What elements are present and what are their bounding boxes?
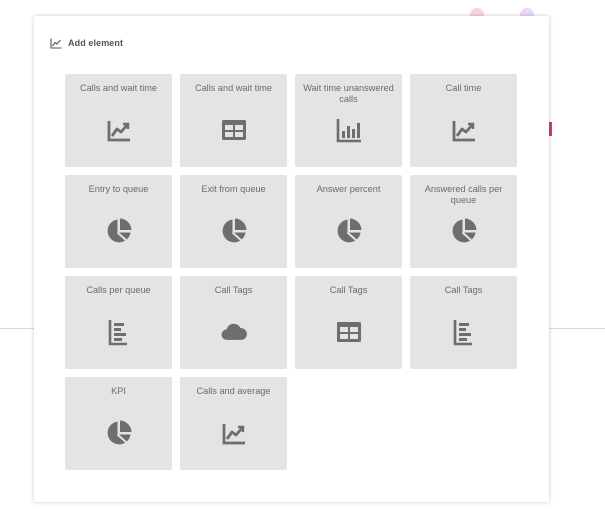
element-tile[interactable]: Answer percent bbox=[295, 175, 402, 268]
element-tile[interactable]: Calls per queue bbox=[65, 276, 172, 369]
horizontal-bar-chart-icon bbox=[449, 317, 479, 347]
element-tile[interactable]: Call Tags bbox=[295, 276, 402, 369]
element-tile[interactable]: Calls and wait time bbox=[180, 74, 287, 167]
element-tile[interactable]: Wait time unanswered calls bbox=[295, 74, 402, 167]
horizontal-bar-chart-icon bbox=[104, 317, 134, 347]
line-chart-icon bbox=[50, 38, 62, 49]
element-tile[interactable]: Call time bbox=[410, 74, 517, 167]
dialog-title: Add element bbox=[68, 38, 124, 48]
background-accent-bar bbox=[549, 122, 552, 136]
tile-label: Call Tags bbox=[214, 285, 253, 295]
tile-label: KPI bbox=[111, 386, 126, 396]
element-tile[interactable]: Calls and wait time bbox=[65, 74, 172, 167]
tile-label: Wait time unanswered calls bbox=[303, 83, 394, 104]
table-icon bbox=[334, 317, 364, 347]
line-chart-icon bbox=[104, 115, 134, 145]
element-tile[interactable]: KPI bbox=[65, 377, 172, 470]
add-element-dialog: Add element Calls and wait time Calls and… bbox=[34, 16, 549, 502]
pie-chart-icon bbox=[449, 216, 479, 246]
table-icon bbox=[219, 115, 249, 145]
pie-chart-icon bbox=[334, 216, 364, 246]
line-chart-icon bbox=[219, 418, 249, 448]
element-tile[interactable]: Answered calls per queue bbox=[410, 175, 517, 268]
tile-label: Calls and wait time bbox=[194, 83, 273, 93]
pie-chart-icon bbox=[219, 216, 249, 246]
tile-label: Call Tags bbox=[329, 285, 368, 295]
tile-label: Answered calls per queue bbox=[424, 184, 503, 205]
tile-label: Calls and wait time bbox=[79, 83, 158, 93]
element-tile[interactable]: Call Tags bbox=[410, 276, 517, 369]
background-divider bbox=[0, 328, 34, 329]
background-divider bbox=[549, 328, 605, 329]
tile-label: Call Tags bbox=[444, 285, 483, 295]
tile-label: Answer percent bbox=[316, 184, 381, 194]
line-chart-icon bbox=[449, 115, 479, 145]
tile-label: Calls per queue bbox=[86, 285, 151, 295]
tile-label: Call time bbox=[445, 83, 482, 93]
dialog-header: Add element bbox=[50, 36, 123, 50]
element-tile[interactable]: Exit from queue bbox=[180, 175, 287, 268]
element-tile[interactable]: Calls and average bbox=[180, 377, 287, 470]
pie-chart-icon bbox=[104, 418, 134, 448]
element-grid: Calls and wait time Calls and wait time Wa… bbox=[65, 74, 517, 470]
cloud-icon bbox=[219, 317, 249, 347]
element-tile[interactable]: Entry to queue bbox=[65, 175, 172, 268]
bar-chart-icon bbox=[334, 115, 364, 145]
element-tile[interactable]: Call Tags bbox=[180, 276, 287, 369]
tile-label: Exit from queue bbox=[201, 184, 266, 194]
pie-chart-icon bbox=[104, 216, 134, 246]
tile-label: Calls and average bbox=[196, 386, 271, 396]
tile-label: Entry to queue bbox=[88, 184, 149, 194]
